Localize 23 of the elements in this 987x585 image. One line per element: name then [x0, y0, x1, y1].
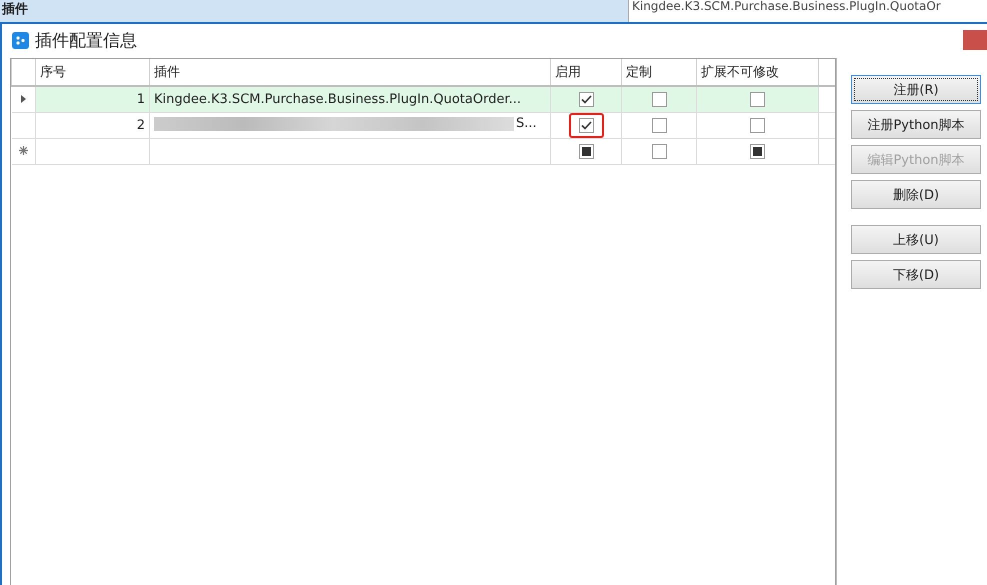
action-button[interactable]: 删除(D) — [851, 180, 981, 209]
table-cell: 1 — [36, 86, 150, 112]
checkbox[interactable] — [578, 144, 594, 159]
table-cell: Kingdee.K3.SCM.Purchase.Business.PlugIn.QuotaOrder... — [150, 86, 550, 112]
background-label: 插件 — [0, 1, 29, 19]
checkbox[interactable] — [750, 118, 765, 133]
checkbox[interactable] — [652, 118, 666, 133]
table-cell: 2 — [36, 112, 150, 138]
action-button[interactable]: 上移(U) — [851, 225, 981, 254]
window-title: 插件配置信息 — [35, 30, 137, 52]
checkbox[interactable] — [652, 92, 666, 107]
action-button[interactable]: 下移(D) — [851, 260, 981, 289]
new-row-icon — [18, 146, 28, 155]
checkbox[interactable] — [578, 92, 594, 107]
checkbox[interactable] — [578, 118, 594, 133]
action-button[interactable]: 注册Python脚本 — [851, 110, 981, 139]
action-button[interactable]: 注册(R) — [851, 75, 981, 104]
cell-text: S... — [516, 116, 537, 132]
checkbox[interactable] — [750, 144, 765, 159]
checkbox[interactable] — [652, 144, 666, 159]
background-value: Kingdee.K3.SCM.Purchase.Business.PlugIn.QuotaOr — [628, 0, 987, 22]
checkbox[interactable] — [750, 92, 765, 107]
app-icon — [12, 32, 29, 48]
